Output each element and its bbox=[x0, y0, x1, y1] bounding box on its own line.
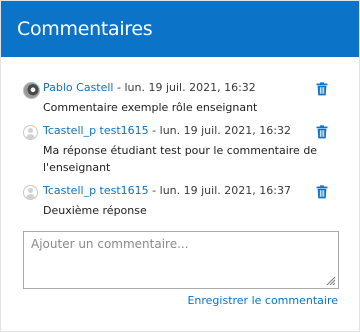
trash-icon[interactable] bbox=[315, 185, 329, 199]
trash-icon[interactable] bbox=[315, 82, 329, 96]
comment-text: Commentaire exemple rôle enseignant bbox=[43, 101, 258, 114]
comment-date: lun. 19 juil. 2021, 16:32 bbox=[159, 124, 291, 137]
meta-separator: - bbox=[148, 184, 160, 197]
comment-item: Tcastell_p test1615 - lun. 19 juil. 2021… bbox=[23, 124, 339, 178]
comment-meta: Tcastell_p test1615 - lun. 19 juil. 2021… bbox=[43, 184, 291, 197]
comment-date: lun. 19 juil. 2021, 16:32 bbox=[124, 81, 256, 94]
comment-author-link[interactable]: Tcastell_p test1615 bbox=[43, 124, 149, 137]
panel-title: Commentaires bbox=[17, 18, 153, 40]
panel-header: Commentaires bbox=[1, 1, 359, 57]
comment-input[interactable] bbox=[24, 232, 338, 288]
save-comment-link[interactable]: Enregistrer le commentaire bbox=[187, 294, 338, 307]
comments-panel: Commentaires Pablo Castell - lun. 19 jui… bbox=[0, 0, 360, 332]
trash-icon[interactable] bbox=[315, 125, 329, 139]
user-avatar bbox=[23, 125, 38, 140]
comment-date: lun. 19 juil. 2021, 16:37 bbox=[159, 184, 291, 197]
user-avatar bbox=[23, 82, 40, 99]
comment-input-box bbox=[23, 231, 339, 289]
meta-separator: - bbox=[148, 124, 160, 137]
comment-author-link[interactable]: Pablo Castell bbox=[43, 81, 114, 94]
comment-item: Pablo Castell - lun. 19 juil. 2021, 16:3… bbox=[23, 81, 339, 117]
comment-text: Deuxième réponse bbox=[43, 204, 147, 217]
comment-meta: Tcastell_p test1615 - lun. 19 juil. 2021… bbox=[43, 124, 291, 137]
comment-author-link[interactable]: Tcastell_p test1615 bbox=[43, 184, 149, 197]
resize-handle-icon[interactable] bbox=[325, 275, 335, 285]
meta-separator: - bbox=[113, 81, 125, 94]
comment-text: Ma réponse étudiant test pour le comment… bbox=[43, 144, 318, 174]
comment-meta: Pablo Castell - lun. 19 juil. 2021, 16:3… bbox=[43, 81, 256, 94]
comment-item: Tcastell_p test1615 - lun. 19 juil. 2021… bbox=[23, 184, 339, 220]
user-avatar bbox=[23, 185, 38, 200]
